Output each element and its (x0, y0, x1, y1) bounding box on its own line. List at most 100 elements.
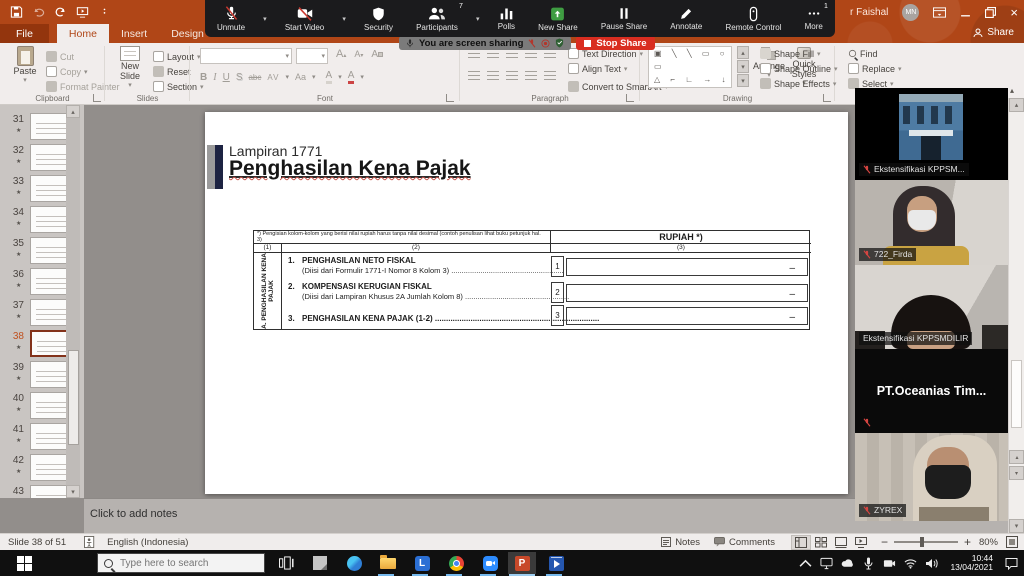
comments-toggle[interactable]: Comments (714, 537, 775, 548)
shapes-gallery[interactable]: ▣ ╲ ╲ ▭ ○ ▭ △ ⌐ ∟ → ↓ ▱ ∿ ( ∿ { } ☆ (648, 46, 732, 88)
annotate-button[interactable]: Annotate (664, 0, 708, 37)
zoom-in-button[interactable]: + (964, 535, 971, 549)
customize-toolbar-icon[interactable] (98, 6, 111, 18)
text-shadow-button[interactable]: S (236, 72, 243, 83)
more-button[interactable]: 1 More (799, 0, 829, 37)
justify-icon[interactable] (525, 71, 537, 80)
lark-app-icon[interactable]: L (408, 552, 436, 574)
microphone-tray-icon[interactable] (862, 557, 875, 570)
tab-home[interactable]: Home (57, 24, 109, 43)
slide-sorter-view-button[interactable] (811, 535, 831, 550)
find-button[interactable]: Find (848, 46, 902, 61)
line-spacing-icon[interactable] (544, 49, 556, 58)
slide-canvas[interactable]: Lampiran 1771 Penghasilan Kena Pajak *) … (205, 112, 848, 494)
character-spacing-button[interactable]: AV (267, 73, 279, 82)
chrome-icon[interactable] (442, 552, 470, 574)
share-button[interactable]: Share (973, 27, 1014, 38)
gallery-more-icon[interactable]: ▾ (737, 74, 749, 87)
tray-expand-chevron-icon[interactable] (799, 557, 812, 570)
zoom-slider[interactable] (894, 541, 958, 543)
minimize-button[interactable] (960, 7, 971, 18)
font-size-combo[interactable]: ▾ (296, 48, 328, 64)
slideshow-view-button[interactable] (851, 535, 871, 550)
taskbar-clock[interactable]: 10:44 13/04/2021 (950, 554, 993, 573)
video-tile[interactable]: ZYREX (855, 433, 1008, 521)
start-button[interactable] (10, 552, 38, 574)
increase-indent-icon[interactable] (525, 49, 537, 58)
zoom-out-button[interactable]: − (881, 535, 888, 549)
onedrive-cloud-icon[interactable] (841, 557, 854, 570)
search-input[interactable] (120, 558, 250, 569)
align-left-icon[interactable] (468, 71, 480, 80)
avatar[interactable]: MN (902, 4, 919, 21)
video-tile[interactable]: 722_Firda (855, 180, 1008, 265)
start-video-button[interactable]: Start Video (279, 0, 330, 37)
decrease-indent-icon[interactable] (506, 49, 518, 58)
increase-font-icon[interactable]: A▴ (336, 48, 346, 60)
task-view-button[interactable] (272, 552, 300, 574)
paragraph-dialog-launcher[interactable] (626, 94, 634, 102)
notes-toggle[interactable]: Notes (661, 537, 700, 548)
movies-tv-icon[interactable] (542, 552, 570, 574)
restore-button[interactable] (985, 7, 996, 18)
edge-icon[interactable] (340, 552, 368, 574)
font-dialog-launcher[interactable] (446, 94, 454, 102)
pause-share-button[interactable]: Pause Share (595, 0, 653, 37)
new-slide-button[interactable]: New Slide ▾ (110, 46, 150, 89)
italic-button[interactable]: I (213, 72, 216, 83)
participants-button[interactable]: 7 Participants (410, 0, 464, 37)
scrollbar-thumb[interactable] (68, 350, 79, 445)
record-icon[interactable] (541, 39, 550, 48)
drawing-dialog-launcher[interactable] (823, 94, 831, 102)
gallery-down-icon[interactable]: ▾ (737, 60, 749, 73)
shape-effects-button[interactable]: Shape Effects▾ (760, 76, 838, 91)
new-share-button[interactable]: New Share (532, 0, 584, 37)
next-slide-button[interactable]: ▾ (1009, 466, 1024, 480)
taskbar-search[interactable] (97, 553, 265, 573)
clipboard-dialog-launcher[interactable] (93, 94, 101, 102)
fit-slide-icon[interactable] (1006, 536, 1018, 548)
bullets-icon[interactable] (468, 49, 480, 58)
participants-chevron-icon[interactable]: ▾ (475, 15, 481, 23)
tab-file[interactable]: File (0, 24, 49, 43)
action-center-icon[interactable] (1005, 557, 1018, 570)
scroll-up-icon[interactable]: ▴ (66, 105, 80, 118)
remote-control-button[interactable]: Remote Control (719, 0, 787, 37)
zoom-slider-thumb[interactable] (920, 537, 924, 547)
security-button[interactable]: Security (358, 0, 399, 37)
scrollbar-thumb[interactable] (1011, 360, 1022, 428)
unmute-button[interactable]: Unmute (211, 0, 251, 37)
video-chevron-icon[interactable]: ▾ (341, 15, 347, 23)
scroll-down-icon[interactable]: ▾ (1009, 519, 1024, 533)
start-slideshow-icon[interactable] (76, 6, 89, 18)
app-icon-generic[interactable] (306, 552, 334, 574)
highlight-color-button[interactable]: A (326, 70, 333, 84)
video-tile[interactable]: PT.Oceanias Tim... (855, 349, 1008, 433)
zoom-percentage[interactable]: 80% (979, 537, 998, 548)
muted-mic-icon[interactable] (528, 39, 536, 48)
underline-button[interactable]: U (223, 72, 230, 83)
unmute-chevron-icon[interactable]: ▾ (262, 15, 268, 23)
accessibility-check-icon[interactable] (84, 536, 97, 548)
reading-view-button[interactable] (831, 535, 851, 550)
shape-outline-button[interactable]: Shape Outline▾ (760, 61, 838, 76)
video-tile[interactable]: Ekstensifikasi KPPSM... (855, 88, 1008, 180)
polls-button[interactable]: Polls (492, 0, 521, 37)
stop-share-button[interactable]: Stop Share (576, 36, 654, 50)
main-vertical-scrollbar[interactable]: ▴ ▴ ▾ ▾ (1008, 98, 1024, 533)
gallery-up-icon[interactable]: ▴ (737, 46, 749, 59)
video-tile[interactable]: Ekstensifikasi KPPSMDILIR (855, 265, 1008, 349)
replace-button[interactable]: Replace▾ (848, 61, 902, 76)
close-button[interactable]: × (1010, 7, 1018, 18)
previous-slide-button[interactable]: ▴ (1009, 450, 1024, 464)
file-explorer-icon[interactable] (374, 552, 402, 574)
numbering-icon[interactable] (487, 49, 499, 58)
language-indicator[interactable]: English (Indonesia) (107, 537, 188, 548)
collapse-ribbon-icon[interactable]: ▴ (1010, 86, 1014, 95)
ribbon-display-options-icon[interactable] (933, 7, 946, 18)
shape-fill-button[interactable]: Shape Fill▾ (760, 46, 838, 61)
change-case-button[interactable]: Aa (295, 72, 306, 82)
align-center-icon[interactable] (487, 71, 499, 80)
speaker-icon[interactable] (925, 557, 938, 570)
align-right-icon[interactable] (506, 71, 518, 80)
